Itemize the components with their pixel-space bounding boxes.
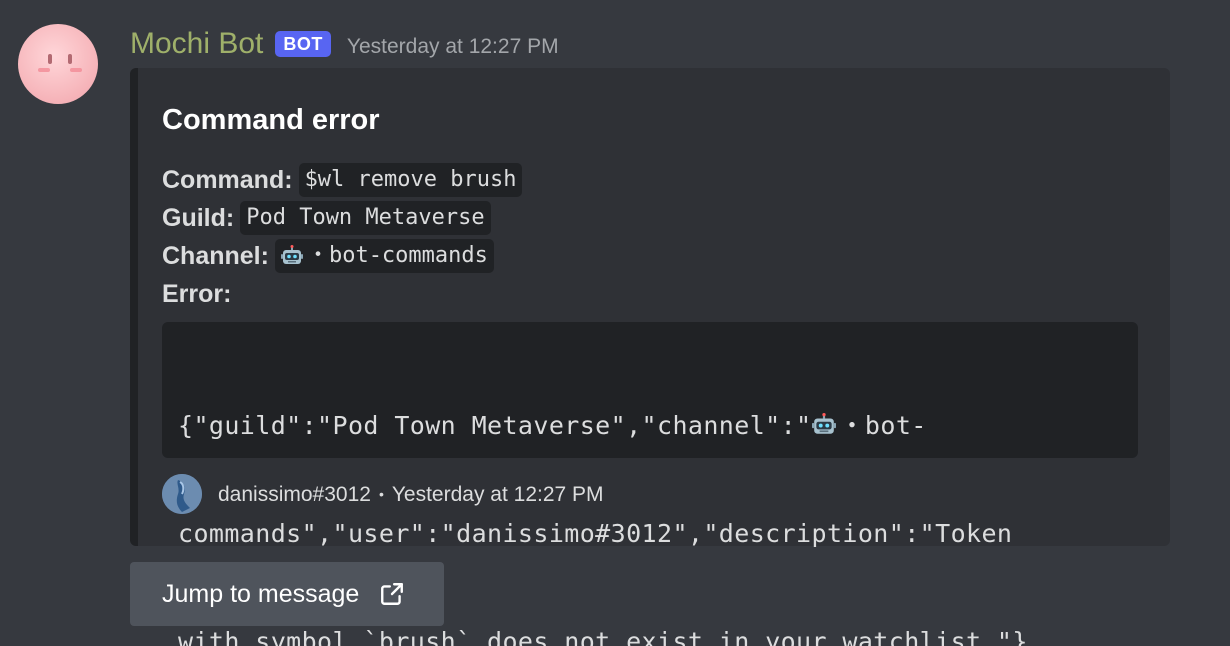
- footer-separator: •: [378, 485, 384, 502]
- channel-value-box: ・bot-commands: [274, 239, 494, 273]
- jump-to-message-button[interactable]: Jump to message: [130, 562, 444, 626]
- message-header: Mochi Bot BOT Yesterday at 12:27 PM: [130, 24, 559, 64]
- external-link-icon: [381, 583, 404, 605]
- code-line-1-end: ・bot-: [839, 411, 927, 440]
- command-label: Command:: [162, 166, 293, 194]
- robot-icon: [811, 413, 836, 437]
- bot-avatar[interactable]: [18, 24, 98, 104]
- embed-title: Command error: [162, 104, 380, 136]
- footer-user: danissimo#3012: [218, 482, 371, 506]
- guild-value: Pod Town Metaverse: [240, 201, 491, 235]
- code-line-2: commands","user":"danissimo#3012","descr…: [178, 519, 1013, 548]
- channel-field: Channel: ・bot-commands: [162, 238, 494, 274]
- user-avatar: [162, 474, 202, 514]
- code-line-1-start: {"guild":"Pod Town Metaverse","channel":…: [178, 411, 812, 440]
- guild-label: Guild:: [162, 204, 235, 232]
- embed-footer: danissimo#3012 • Yesterday at 12:27 PM: [162, 474, 604, 514]
- robot-icon: [280, 245, 303, 267]
- error-code-block: {"guild":"Pod Town Metaverse","channel":…: [162, 322, 1138, 646]
- author-name[interactable]: Mochi Bot: [130, 26, 263, 62]
- channel-value: ・bot-commands: [306, 243, 488, 268]
- error-label: Error:: [162, 280, 232, 308]
- jump-button-label: Jump to message: [162, 580, 360, 608]
- channel-label: Channel:: [162, 242, 269, 270]
- code-line-3: with symbol `brush` does not exist in yo…: [178, 627, 1028, 646]
- footer-text: danissimo#3012 • Yesterday at 12:27 PM: [218, 480, 604, 509]
- code-line-1: {"guild":"Pod Town Metaverse","channel":…: [178, 408, 1122, 444]
- message-timestamp: Yesterday at 12:27 PM: [346, 35, 559, 58]
- chat-message: Mochi Bot BOT Yesterday at 12:27 PM Comm…: [0, 0, 1230, 646]
- bot-badge: BOT: [275, 31, 331, 57]
- footer-timestamp: Yesterday at 12:27 PM: [391, 482, 604, 506]
- guild-field: Guild: Pod Town Metaverse: [162, 200, 491, 236]
- command-value: $wl remove brush: [298, 163, 523, 197]
- command-field: Command: $wl remove brush: [162, 162, 523, 198]
- error-embed: Command error Command: $wl remove brush …: [130, 68, 1170, 646]
- error-field: Error:: [162, 276, 237, 312]
